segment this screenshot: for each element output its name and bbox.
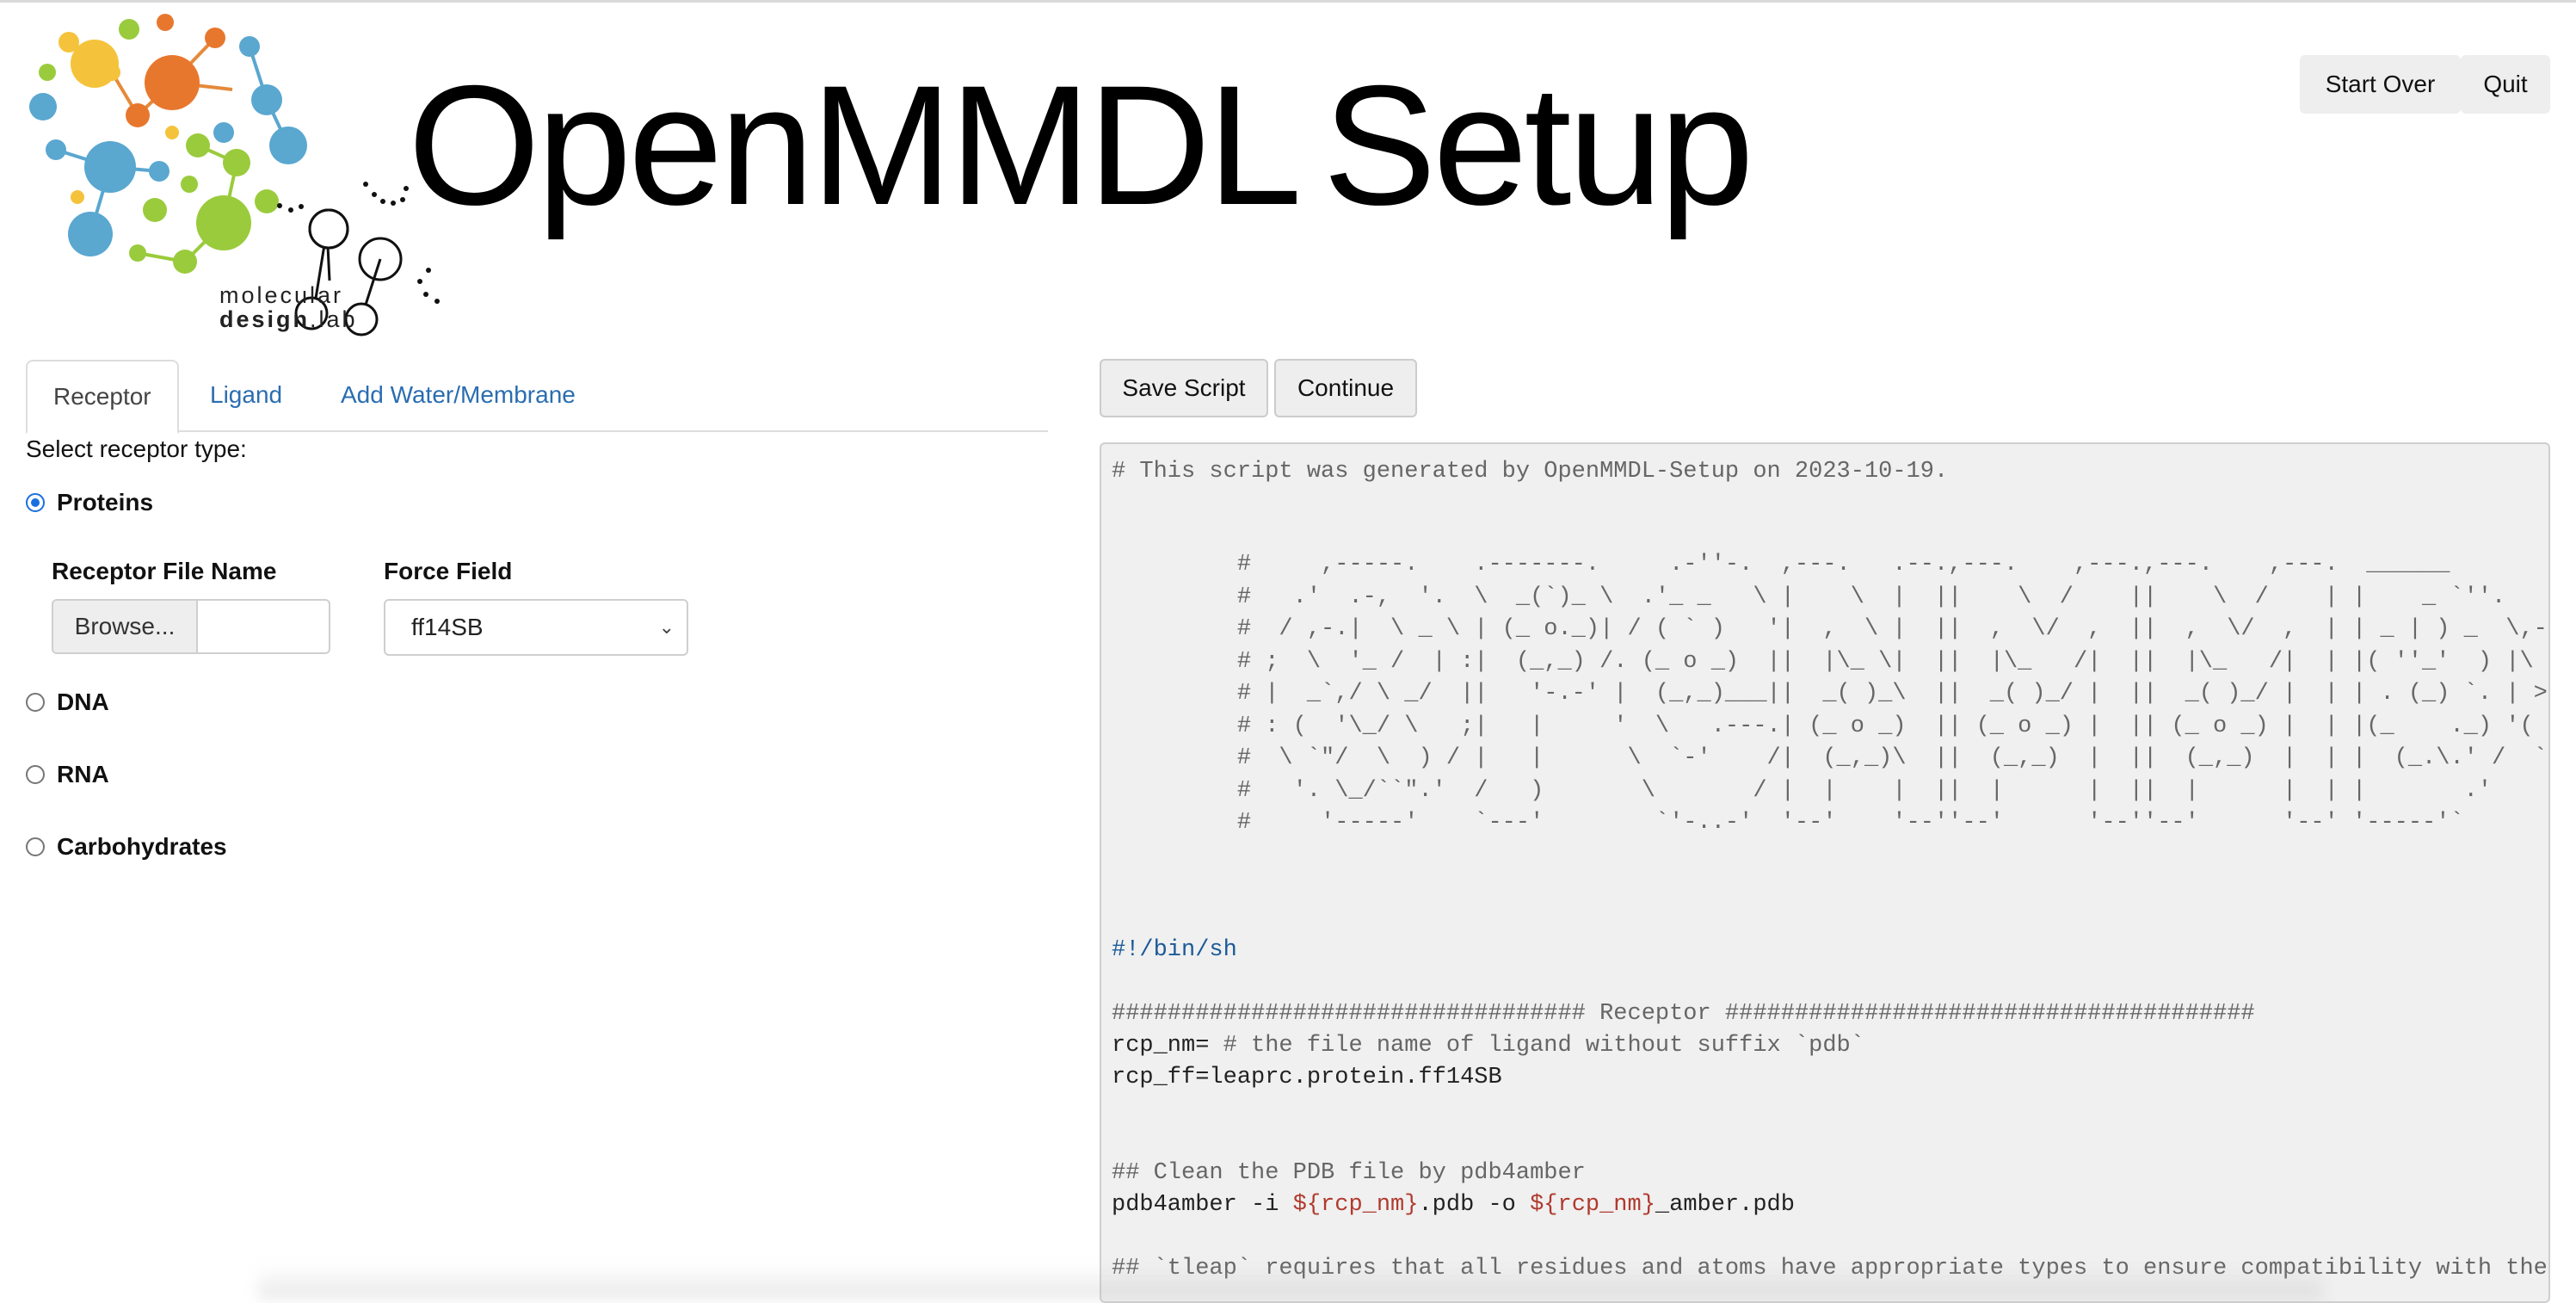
receptor-file-input[interactable]: Browse... bbox=[52, 599, 330, 654]
start-over-button[interactable]: Start Over bbox=[2300, 55, 2461, 114]
rna-label: RNA bbox=[57, 761, 109, 787]
setup-tabs: Receptor Ligand Add Water/Membrane bbox=[26, 360, 1048, 434]
page-title-openmmdl: OpenMMDL bbox=[408, 50, 1302, 240]
force-field-label: Force Field bbox=[384, 558, 513, 584]
pdb4amber-command: pdb4amber -i ${rcp_nm}.pdb -o ${rcp_nm}_… bbox=[1112, 1189, 1795, 1221]
pdb4amber-mid: .pdb -o bbox=[1418, 1192, 1531, 1218]
pdb4amber-end: _amber.pdb bbox=[1655, 1192, 1795, 1218]
rcp-nm-comment: # the file name of ligand without suffix… bbox=[1209, 1033, 1864, 1059]
pdb4amber-cmd: pdb4amber -i bbox=[1112, 1192, 1293, 1218]
receptor-file-name-label: Receptor File Name bbox=[52, 558, 277, 584]
ascii-art-banner: # ,-----. .-------. .-''-. ,---. .--.,--… bbox=[1236, 552, 2548, 836]
receptor-section-header: ################################## Recep… bbox=[1112, 1001, 2255, 1027]
tab-ligand[interactable]: Ligand bbox=[184, 360, 308, 430]
save-script-button[interactable]: Save Script bbox=[1100, 359, 1268, 417]
carbohydrates-label: Carbohydrates bbox=[57, 833, 227, 860]
molecular-design-lab-logo: molecular design.lab bbox=[17, 3, 465, 348]
pdb4amber-var-input: ${rcp_nm} bbox=[1292, 1192, 1419, 1218]
rcp-ff-line: rcp_ff=leaprc.protein.ff14SB bbox=[1112, 1065, 1502, 1090]
carbohydrates-radio[interactable] bbox=[26, 837, 45, 856]
clean-pdb-comment: ## Clean the PDB file by pdb4amber bbox=[1112, 1160, 1586, 1186]
receptor-type-proteins[interactable]: Proteins bbox=[26, 489, 153, 516]
browse-button[interactable]: Browse... bbox=[53, 601, 198, 652]
bottom-shadow bbox=[258, 1265, 2323, 1300]
logo-text-design: design bbox=[219, 306, 311, 332]
top-border bbox=[0, 0, 2576, 3]
page-title-setup: Setup bbox=[1322, 50, 1753, 240]
dna-label: DNA bbox=[57, 689, 109, 715]
logo-text-lab: .lab bbox=[310, 306, 358, 332]
script-header-comment: # This script was generated by OpenMMDL-… bbox=[1112, 459, 1949, 485]
force-field-value: ff14SB bbox=[411, 614, 484, 640]
logo-text-design-lab: design.lab bbox=[219, 306, 358, 333]
continue-button[interactable]: Continue bbox=[1274, 359, 1417, 417]
proteins-label: Proteins bbox=[57, 489, 154, 516]
rcp-nm-code: rcp_nm= bbox=[1112, 1033, 1210, 1059]
force-field-select[interactable]: ff14SB ⌄ bbox=[384, 599, 688, 656]
page-title: OpenMMDL Setup bbox=[408, 60, 1754, 231]
proteins-radio[interactable] bbox=[26, 493, 45, 512]
tab-add-water-membrane[interactable]: Add Water/Membrane bbox=[315, 360, 601, 430]
script-shebang: #!/bin/sh bbox=[1112, 937, 1237, 963]
dna-radio[interactable] bbox=[26, 693, 45, 712]
receptor-type-dna[interactable]: DNA bbox=[26, 689, 109, 716]
chevron-down-icon: ⌄ bbox=[658, 616, 675, 638]
rcp-nm-line: rcp_nm= # the file name of ligand withou… bbox=[1112, 1030, 1864, 1062]
script-preview[interactable]: # This script was generated by OpenMMDL-… bbox=[1100, 442, 2550, 1303]
tab-receptor[interactable]: Receptor bbox=[26, 360, 179, 434]
pdb4amber-var-output: ${rcp_nm} bbox=[1530, 1192, 1655, 1218]
quit-button[interactable]: Quit bbox=[2461, 55, 2550, 114]
logo-text-molecular: molecular bbox=[219, 282, 344, 308]
receptor-type-rna[interactable]: RNA bbox=[26, 761, 109, 788]
rna-radio[interactable] bbox=[26, 765, 45, 784]
receptor-type-carbohydrates[interactable]: Carbohydrates bbox=[26, 833, 227, 861]
select-receptor-type-label: Select receptor type: bbox=[26, 435, 247, 462]
